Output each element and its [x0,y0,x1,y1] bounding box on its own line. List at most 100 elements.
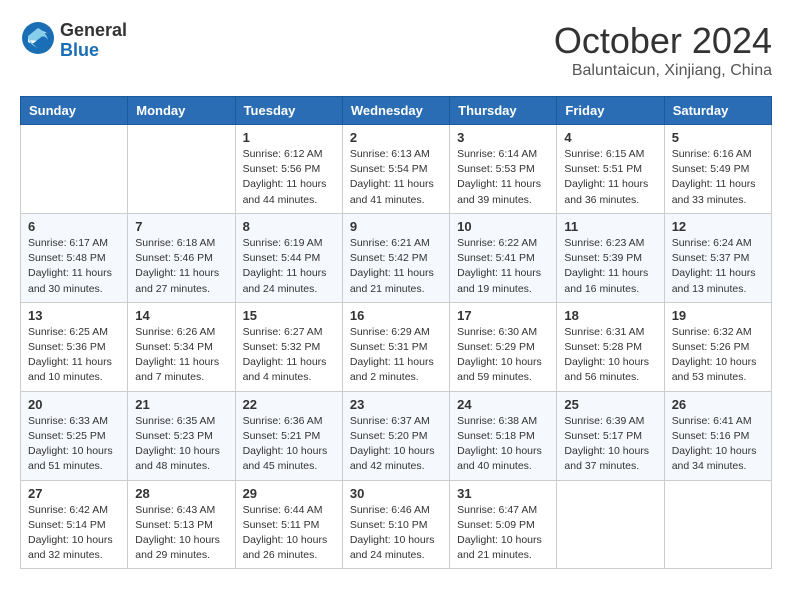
day-info: Sunrise: 6:43 AM Sunset: 5:13 PM Dayligh… [135,503,227,564]
day-number: 5 [672,130,764,145]
day-info: Sunrise: 6:21 AM Sunset: 5:42 PM Dayligh… [350,236,442,297]
day-number: 29 [243,486,335,501]
day-number: 19 [672,308,764,323]
day-info: Sunrise: 6:47 AM Sunset: 5:09 PM Dayligh… [457,503,549,564]
day-info: Sunrise: 6:38 AM Sunset: 5:18 PM Dayligh… [457,414,549,475]
day-info: Sunrise: 6:36 AM Sunset: 5:21 PM Dayligh… [243,414,335,475]
calendar-cell: 14 Sunrise: 6:26 AM Sunset: 5:34 PM Dayli… [128,302,235,391]
calendar-cell: 28 Sunrise: 6:43 AM Sunset: 5:13 PM Dayli… [128,480,235,569]
calendar-cell: 27 Sunrise: 6:42 AM Sunset: 5:14 PM Dayli… [21,480,128,569]
day-info: Sunrise: 6:23 AM Sunset: 5:39 PM Dayligh… [564,236,656,297]
calendar-cell: 10 Sunrise: 6:22 AM Sunset: 5:41 PM Dayli… [450,213,557,302]
calendar-cell: 29Sunrise: 6:44 AM Sunset: 5:11 PM Dayli… [235,480,342,569]
calendar-header-row: SundayMondayTuesdayWednesdayThursdayFrid… [21,97,772,125]
title-block: October 2024 Baluntaicun, Xinjiang, Chin… [554,20,772,80]
calendar-cell: 18 Sunrise: 6:31 AM Sunset: 5:28 PM Dayli… [557,302,664,391]
day-info: Sunrise: 6:12 AM Sunset: 5:56 PM Dayligh… [243,147,335,208]
calendar-cell: 21 Sunrise: 6:35 AM Sunset: 5:23 PM Dayli… [128,391,235,480]
day-number: 3 [457,130,549,145]
day-number: 7 [135,219,227,234]
month-title: October 2024 [554,20,772,62]
day-info: Sunrise: 6:42 AM Sunset: 5:14 PM Dayligh… [28,503,120,564]
day-number: 1 [243,130,335,145]
day-number: 10 [457,219,549,234]
day-of-week-header: Wednesday [342,97,449,125]
calendar-cell: 17 Sunrise: 6:30 AM Sunset: 5:29 PM Dayli… [450,302,557,391]
calendar-cell [557,480,664,569]
calendar-week-row: 20 Sunrise: 6:33 AM Sunset: 5:25 PM Dayli… [21,391,772,480]
day-of-week-header: Monday [128,97,235,125]
calendar-cell: 3 Sunrise: 6:14 AM Sunset: 5:53 PM Daylig… [450,125,557,214]
calendar-cell: 30Sunrise: 6:46 AM Sunset: 5:10 PM Dayli… [342,480,449,569]
day-info: Sunrise: 6:26 AM Sunset: 5:34 PM Dayligh… [135,325,227,386]
day-number: 21 [135,397,227,412]
day-info: Sunrise: 6:29 AM Sunset: 5:31 PM Dayligh… [350,325,442,386]
calendar-cell: 11 Sunrise: 6:23 AM Sunset: 5:39 PM Dayli… [557,213,664,302]
day-of-week-header: Sunday [21,97,128,125]
day-number: 26 [672,397,764,412]
calendar-table: SundayMondayTuesdayWednesdayThursdayFrid… [20,96,772,569]
day-info: Sunrise: 6:15 AM Sunset: 5:51 PM Dayligh… [564,147,656,208]
day-info: Sunrise: 6:27 AM Sunset: 5:32 PM Dayligh… [243,325,335,386]
day-number: 23 [350,397,442,412]
day-of-week-header: Saturday [664,97,771,125]
day-number: 24 [457,397,549,412]
day-number: 17 [457,308,549,323]
day-number: 13 [28,308,120,323]
calendar-cell: 13Sunrise: 6:25 AM Sunset: 5:36 PM Dayli… [21,302,128,391]
day-number: 16 [350,308,442,323]
calendar-cell: 26 Sunrise: 6:41 AM Sunset: 5:16 PM Dayli… [664,391,771,480]
day-info: Sunrise: 6:41 AM Sunset: 5:16 PM Dayligh… [672,414,764,475]
day-info: Sunrise: 6:31 AM Sunset: 5:28 PM Dayligh… [564,325,656,386]
calendar-cell: 9 Sunrise: 6:21 AM Sunset: 5:42 PM Daylig… [342,213,449,302]
calendar-cell: 6 Sunrise: 6:17 AM Sunset: 5:48 PM Daylig… [21,213,128,302]
day-info: Sunrise: 6:16 AM Sunset: 5:49 PM Dayligh… [672,147,764,208]
location-text: Baluntaicun, Xinjiang, China [554,62,772,80]
calendar-cell [128,125,235,214]
calendar-cell: 20 Sunrise: 6:33 AM Sunset: 5:25 PM Dayli… [21,391,128,480]
day-info: Sunrise: 6:35 AM Sunset: 5:23 PM Dayligh… [135,414,227,475]
day-number: 9 [350,219,442,234]
day-number: 27 [28,486,120,501]
day-info: Sunrise: 6:46 AM Sunset: 5:10 PM Dayligh… [350,503,442,564]
calendar-cell: 16 Sunrise: 6:29 AM Sunset: 5:31 PM Dayli… [342,302,449,391]
day-number: 4 [564,130,656,145]
calendar-cell [664,480,771,569]
day-info: Sunrise: 6:32 AM Sunset: 5:26 PM Dayligh… [672,325,764,386]
day-number: 28 [135,486,227,501]
day-number: 18 [564,308,656,323]
calendar-cell: 31 Sunrise: 6:47 AM Sunset: 5:09 PM Dayli… [450,480,557,569]
day-number: 11 [564,219,656,234]
calendar-cell [21,125,128,214]
day-number: 22 [243,397,335,412]
day-info: Sunrise: 6:30 AM Sunset: 5:29 PM Dayligh… [457,325,549,386]
day-info: Sunrise: 6:33 AM Sunset: 5:25 PM Dayligh… [28,414,120,475]
logo-general-text: General [60,21,127,41]
day-info: Sunrise: 6:14 AM Sunset: 5:53 PM Dayligh… [457,147,549,208]
calendar-cell: 4 Sunrise: 6:15 AM Sunset: 5:51 PM Daylig… [557,125,664,214]
calendar-cell: 7Sunrise: 6:18 AM Sunset: 5:46 PM Daylig… [128,213,235,302]
day-info: Sunrise: 6:17 AM Sunset: 5:48 PM Dayligh… [28,236,120,297]
calendar-cell: 2 Sunrise: 6:13 AM Sunset: 5:54 PM Daylig… [342,125,449,214]
day-info: Sunrise: 6:22 AM Sunset: 5:41 PM Dayligh… [457,236,549,297]
day-number: 15 [243,308,335,323]
day-number: 8 [243,219,335,234]
day-number: 6 [28,219,120,234]
calendar-cell: 19 Sunrise: 6:32 AM Sunset: 5:26 PM Dayli… [664,302,771,391]
day-of-week-header: Tuesday [235,97,342,125]
calendar-cell: 1 Sunrise: 6:12 AM Sunset: 5:56 PM Daylig… [235,125,342,214]
calendar-week-row: 1 Sunrise: 6:12 AM Sunset: 5:56 PM Daylig… [21,125,772,214]
day-of-week-header: Thursday [450,97,557,125]
day-info: Sunrise: 6:37 AM Sunset: 5:20 PM Dayligh… [350,414,442,475]
logo-blue-text: Blue [60,41,127,61]
day-info: Sunrise: 6:13 AM Sunset: 5:54 PM Dayligh… [350,147,442,208]
calendar-week-row: 13Sunrise: 6:25 AM Sunset: 5:36 PM Dayli… [21,302,772,391]
logo-text: General Blue [60,21,127,61]
calendar-week-row: 27 Sunrise: 6:42 AM Sunset: 5:14 PM Dayli… [21,480,772,569]
day-number: 31 [457,486,549,501]
day-number: 20 [28,397,120,412]
day-info: Sunrise: 6:39 AM Sunset: 5:17 PM Dayligh… [564,414,656,475]
day-number: 2 [350,130,442,145]
day-number: 14 [135,308,227,323]
day-number: 25 [564,397,656,412]
